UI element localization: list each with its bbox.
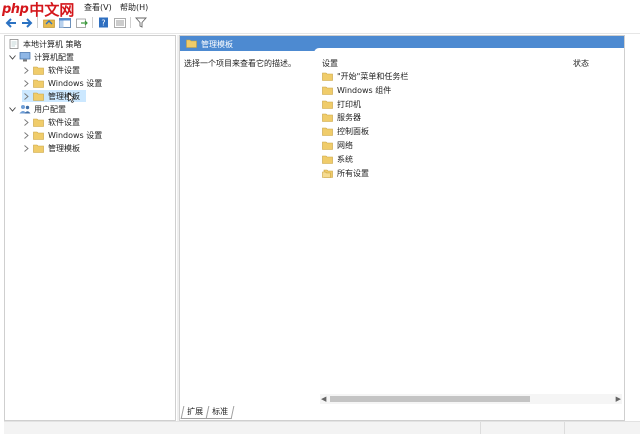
list-item-label: "开始"菜单和任务栏 [337, 71, 409, 81]
export-list-icon [76, 18, 88, 28]
list-item[interactable]: 网络 [322, 139, 353, 151]
folder-icon [322, 155, 333, 164]
menu-view[interactable]: 查看(V) [84, 2, 112, 13]
mouse-cursor-icon [68, 93, 76, 103]
list-item[interactable]: 打印机 [322, 98, 361, 110]
logo-cn-text: 中文网 [29, 0, 75, 19]
scroll-right-icon[interactable]: ▶ [616, 395, 621, 403]
tab-standard-label: 标准 [212, 407, 229, 416]
list-item-label: 网络 [337, 140, 353, 150]
chevron-right-icon[interactable] [22, 144, 30, 152]
tree-item-software-settings[interactable]: 软件设置 [22, 64, 80, 76]
list-item-label: 服务器 [337, 112, 361, 122]
horizontal-scrollbar[interactable]: ◀ ▶ [320, 394, 622, 404]
menu-bar: php 中文网 查看(V) 帮助(H) [0, 0, 640, 19]
filter-button[interactable] [134, 16, 148, 29]
computer-icon [19, 52, 31, 62]
chevron-right-icon[interactable] [22, 118, 30, 126]
view-button[interactable] [113, 16, 127, 29]
folder-icon [322, 86, 333, 95]
help-button[interactable]: ? [97, 16, 111, 29]
view-grid-icon [114, 17, 126, 28]
list-item[interactable]: 服务器 [322, 111, 361, 123]
column-header-setting[interactable]: 设置 [322, 58, 338, 69]
column-header-state[interactable]: 状态 [573, 58, 589, 69]
toolbar: ? [0, 13, 640, 34]
list-item-label: 打印机 [337, 99, 361, 109]
folder-icon [33, 66, 44, 75]
chevron-down-icon[interactable] [8, 53, 16, 61]
folder-icon [186, 39, 197, 48]
tree-label-computer-config: 计算机配置 [34, 52, 74, 62]
folder-icon [322, 72, 333, 81]
menu-help[interactable]: 帮助(H) [120, 2, 148, 13]
view-tabs: 扩展 标准 [180, 406, 235, 420]
tree-label: Windows 设置 [48, 130, 103, 140]
list-item[interactable]: 系统 [322, 153, 353, 165]
scrollbar-thumb[interactable] [330, 396, 530, 402]
list-item[interactable]: "开始"菜单和任务栏 [322, 70, 408, 82]
tree-label: 软件设置 [48, 117, 80, 127]
tree-label-user-config: 用户配置 [34, 104, 66, 114]
status-separator [564, 422, 565, 434]
window-edge [625, 35, 640, 421]
list-item[interactable]: 所有设置 [322, 167, 369, 179]
tab-extended-label: 扩展 [187, 407, 204, 416]
help-book-icon: ? [99, 17, 108, 28]
list-item-label: 所有设置 [337, 168, 369, 178]
tree-item-software-settings[interactable]: 软件设置 [22, 116, 80, 128]
tree-label: Windows 设置 [48, 78, 103, 88]
tree-item-windows-settings[interactable]: Windows 设置 [22, 77, 102, 89]
chevron-right-icon[interactable] [22, 79, 30, 87]
tree-item-admin-templates[interactable]: 管理模板 [22, 90, 86, 102]
list-item-label: 控制面板 [337, 126, 369, 136]
folder-icon [322, 141, 333, 150]
tree-label-root: 本地计算机 策略 [23, 39, 82, 49]
list-item[interactable]: Windows 组件 [322, 84, 391, 96]
folder-icon [33, 92, 44, 101]
tree-item-windows-settings[interactable]: Windows 设置 [22, 129, 102, 141]
chevron-down-icon[interactable] [8, 105, 16, 113]
export-list-button[interactable] [75, 16, 89, 29]
users-icon [19, 105, 31, 114]
folder-icon [33, 79, 44, 88]
folder-icon [322, 113, 333, 122]
folder-icon [322, 127, 333, 136]
details-pane: 管理模板 选择一个项目来查看它的描述。 设置 状态 "开始"菜单和任务栏 Win… [179, 35, 625, 421]
tree-item-computer-config[interactable]: 计算机配置 [8, 51, 74, 63]
description-text: 选择一个项目来查看它的描述。 [184, 59, 296, 68]
folder-icon [33, 131, 44, 140]
back-arrow-icon [5, 17, 16, 28]
site-logo: php 中文网 [2, 0, 75, 19]
policy-document-icon [9, 39, 19, 49]
tree-item-user-config[interactable]: 用户配置 [8, 103, 66, 115]
tree-label: 管理模板 [48, 143, 80, 153]
list-item-label: Windows 组件 [337, 85, 392, 95]
console-tree[interactable]: 本地计算机 策略 计算机配置 软件设置 Windows 设置 管理模板 用户配置… [4, 35, 176, 421]
status-separator [480, 422, 481, 434]
toolbar-separator [92, 17, 93, 28]
chevron-right-icon[interactable] [22, 66, 30, 74]
tree-item-admin-templates[interactable]: 管理模板 [22, 142, 80, 154]
chevron-right-icon[interactable] [22, 92, 30, 100]
folder-icon [322, 100, 333, 109]
details-header-title: 管理模板 [201, 40, 233, 49]
svg-text:?: ? [101, 19, 105, 28]
folder-icon [33, 144, 44, 153]
tab-standard[interactable]: 标准 [205, 406, 235, 419]
logo-php-text: php [2, 1, 29, 17]
scroll-left-icon[interactable]: ◀ [321, 395, 326, 403]
status-bar [4, 421, 640, 434]
tree-root[interactable]: 本地计算机 策略 [8, 38, 82, 50]
chevron-right-icon[interactable] [22, 131, 30, 139]
toolbar-separator [130, 17, 131, 28]
all-settings-icon [322, 169, 333, 178]
tree-label: 软件设置 [48, 65, 80, 75]
list-item[interactable]: 控制面板 [322, 125, 369, 137]
folder-icon [33, 118, 44, 127]
list-item-label: 系统 [337, 154, 353, 164]
filter-icon [135, 17, 147, 28]
